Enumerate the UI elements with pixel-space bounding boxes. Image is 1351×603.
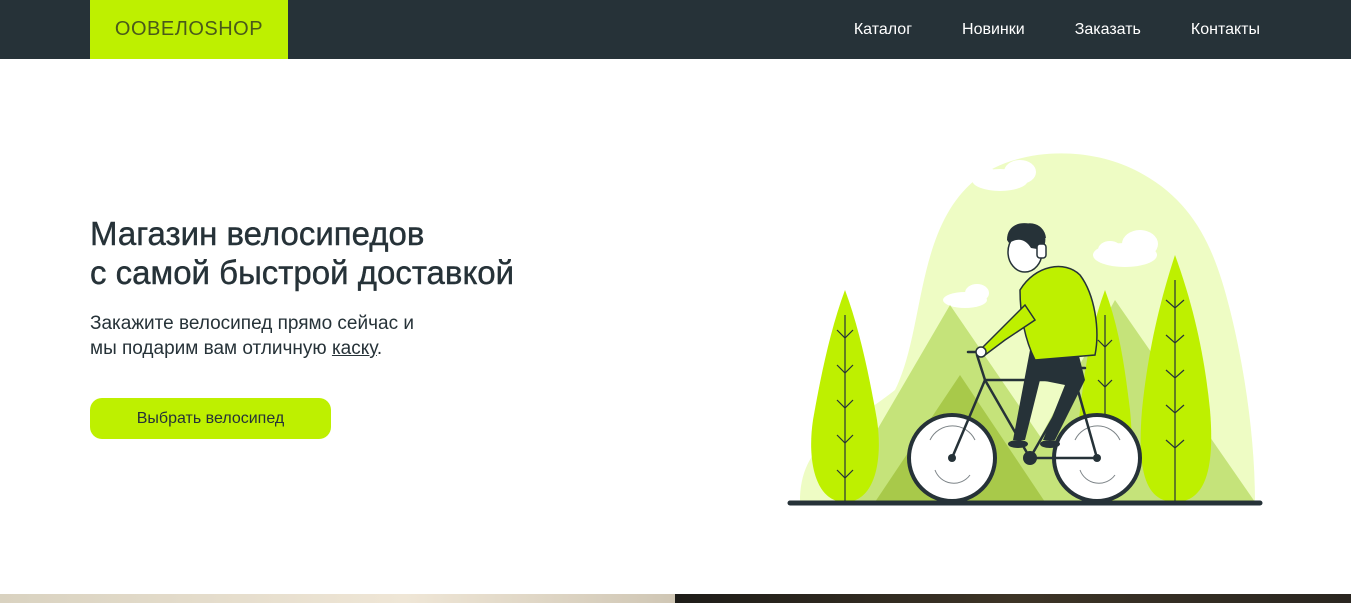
hero-subtitle-line-2: мы подарим вам отличную каску. [90, 336, 414, 361]
next-section-image-right [675, 594, 1351, 603]
nav-item-new[interactable]: Новинки [962, 21, 1025, 39]
hero-subtitle-suffix: . [376, 338, 383, 359]
site-header: OOBEЛOSHOP Каталог Новинки Заказать Конт… [0, 0, 1351, 59]
main-nav: Каталог Новинки Заказать Контакты [854, 0, 1260, 59]
nav-item-catalog[interactable]: Каталог [854, 21, 912, 39]
hero-title: Магазин велосипедов с самой быстрой дост… [90, 214, 514, 292]
next-section-image-left [0, 594, 675, 603]
helmet-link[interactable]: каску [332, 338, 377, 359]
hero-subtitle-line-1: Закажите велосипед прямо сейчас и [90, 313, 414, 334]
choose-bike-button[interactable]: Выбрать велосипед [90, 398, 331, 439]
cyclist-illustration [787, 153, 1263, 506]
hero-title-line-2: с самой быстрой доставкой [90, 254, 515, 291]
hero-subtitle-prefix: мы подарим вам отличную [90, 338, 332, 359]
nav-item-contacts[interactable]: Контакты [1191, 21, 1260, 39]
nav-item-order[interactable]: Заказать [1075, 21, 1141, 39]
hero-subtitle: Закажите велосипед прямо сейчас и мы под… [90, 311, 414, 361]
hero-title-line-1: Магазин велосипедов [90, 215, 425, 252]
logo[interactable]: OOBEЛOSHOP [90, 0, 288, 59]
